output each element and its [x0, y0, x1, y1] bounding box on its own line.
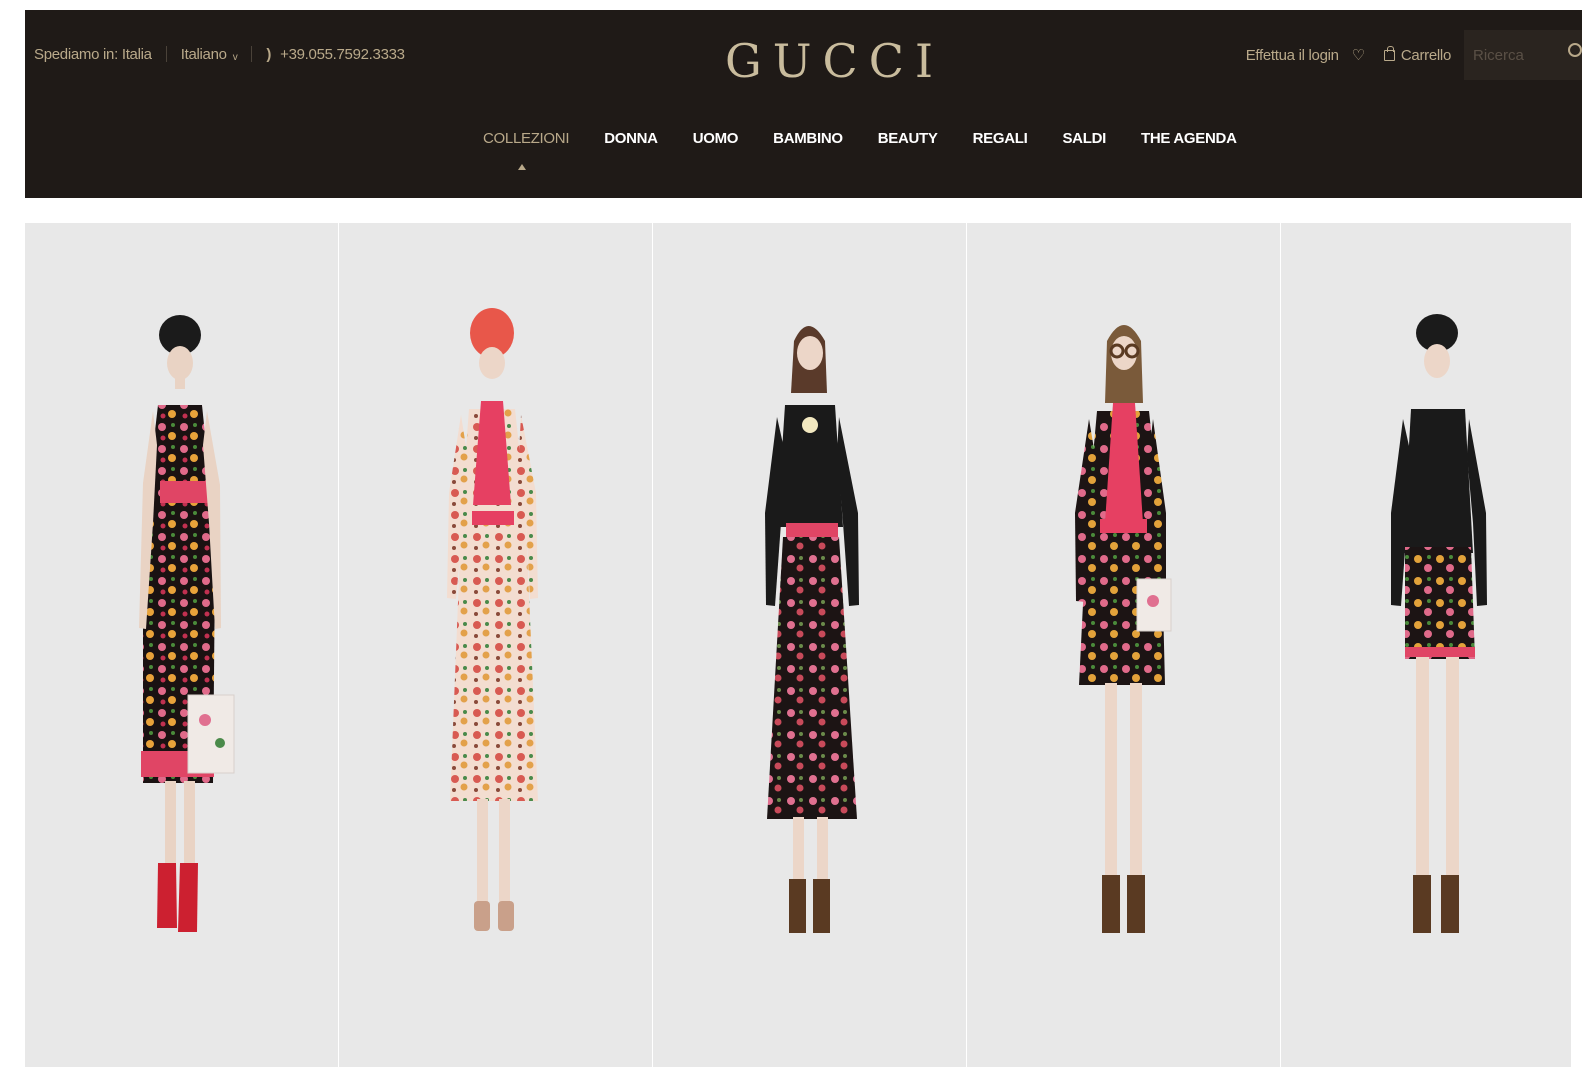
- site-header: Spediamo in: Italia Italiano v ) +39.055.…: [25, 10, 1582, 198]
- utility-bar-left: Spediamo in: Italia Italiano v ) +39.055.…: [34, 43, 405, 65]
- looks-grid: [25, 223, 1582, 1067]
- shipping-country-link[interactable]: Spediamo in: Italia: [34, 46, 152, 63]
- model-black-shirt-floral-shorts-image: [1391, 314, 1487, 933]
- nav-item-regali[interactable]: REGALI: [973, 130, 1028, 147]
- language-label: Italiano: [180, 45, 227, 63]
- nav-item-donna[interactable]: DONNA: [604, 130, 658, 147]
- utility-bar-right: Effettua il login ♡ Carrello: [1246, 30, 1582, 80]
- model-floral-cream-dress-image: [447, 308, 538, 931]
- login-link[interactable]: Effettua il login: [1246, 47, 1339, 64]
- search-box: [1464, 30, 1582, 80]
- cart-label: Carrello: [1400, 46, 1451, 64]
- nav-item-the-agenda[interactable]: THE AGENDA: [1141, 130, 1237, 147]
- heart-icon[interactable]: ♡: [1352, 46, 1365, 64]
- divider: [251, 46, 253, 62]
- model-black-shirt-floral-skirt-image: [765, 326, 859, 933]
- nav-item-bambino[interactable]: BAMBINO: [773, 130, 843, 147]
- model-floral-black-dress-image: [139, 315, 235, 932]
- chevron-down-icon: v: [232, 51, 238, 63]
- look-tile[interactable]: [653, 223, 966, 1067]
- main-navigation: COLLEZIONI DONNA UOMO BAMBINO BEAUTY REG…: [483, 130, 1272, 147]
- search-icon[interactable]: [1568, 43, 1582, 57]
- nav-item-uomo[interactable]: UOMO: [693, 130, 739, 147]
- look-tile[interactable]: [339, 223, 652, 1067]
- phone-number-link[interactable]: +39.055.7592.3333: [280, 46, 405, 63]
- look-tile[interactable]: [967, 223, 1280, 1067]
- brand-logo[interactable]: GUCCI: [725, 38, 944, 84]
- shopping-bag-icon: [1383, 45, 1395, 61]
- language-selector[interactable]: Italiano v: [181, 46, 238, 63]
- look-tile[interactable]: [1281, 223, 1571, 1067]
- nav-item-beauty[interactable]: BEAUTY: [878, 130, 938, 147]
- divider: [165, 46, 167, 62]
- nav-item-saldi[interactable]: SALDI: [1062, 130, 1106, 147]
- cart-link[interactable]: Carrello: [1383, 45, 1451, 64]
- search-input[interactable]: [1464, 45, 1550, 65]
- nav-item-collezioni[interactable]: COLLEZIONI: [483, 130, 569, 147]
- model-floral-pussybow-dress-image: [1075, 325, 1172, 933]
- look-tile[interactable]: [25, 223, 338, 1067]
- phone-icon: ): [266, 45, 272, 63]
- active-nav-caret-icon: [518, 164, 526, 170]
